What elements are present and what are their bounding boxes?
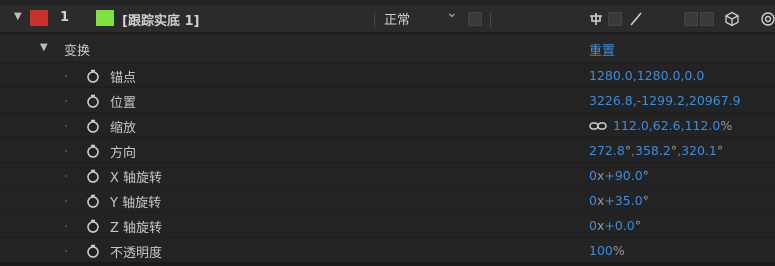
property-row[interactable]: Y 轴旋转 0x+35.0°	[0, 187, 775, 212]
stopwatch-icon[interactable]	[86, 219, 100, 233]
stopwatch-icon[interactable]	[86, 94, 100, 108]
property-row[interactable]: 锚点 1280.0,1280.0,0.0	[0, 62, 775, 87]
rotation-turns-value[interactable]: 0	[589, 193, 597, 208]
rotation-angle-value[interactable]: +0.0	[604, 218, 634, 233]
degree-unit: °	[642, 193, 649, 208]
property-value-group[interactable]: 0x+0.0°	[589, 218, 641, 233]
property-value-group[interactable]: 3226.8,-1299.2,20967.9	[589, 93, 741, 108]
property-row[interactable]: 位置 3226.8,-1299.2,20967.9	[0, 87, 775, 112]
orientation-z-value[interactable]: 320.1	[681, 143, 717, 158]
rotation-angle-value[interactable]: +35.0	[604, 193, 642, 208]
rotation-angle-value[interactable]: +90.0	[604, 168, 642, 183]
property-row[interactable]: 不透明度 100%	[0, 237, 775, 262]
rotation-turns-value[interactable]: 0	[589, 168, 597, 183]
stopwatch-icon[interactable]	[86, 244, 100, 258]
property-value[interactable]: 1280.0,1280.0,0.0	[589, 68, 704, 83]
chevron-down-icon[interactable]: ⌄	[446, 5, 458, 21]
degree-unit: °	[716, 143, 724, 158]
constrain-proportions-link-icon[interactable]	[589, 119, 607, 134]
shy-icon[interactable]	[588, 11, 604, 27]
track-matte-box[interactable]	[468, 12, 482, 26]
layer-name[interactable]: [跟踪实底 1]	[122, 10, 199, 29]
property-label: 缩放	[110, 121, 137, 136]
panel-bottom-edge	[0, 262, 775, 266]
property-value-group[interactable]: 272.8°,358.2°,320.1°	[589, 143, 723, 158]
property-label: X 轴旋转	[110, 171, 163, 186]
adjustment-box[interactable]	[700, 12, 714, 26]
layer-row[interactable]: ▼ 1 [跟踪实底 1] 正常 ⌄	[0, 5, 775, 33]
property-label: 位置	[110, 96, 137, 111]
quality-slash-icon[interactable]	[628, 11, 644, 27]
property-value[interactable]: 100	[589, 243, 613, 258]
stopwatch-icon[interactable]	[86, 194, 100, 208]
property-row[interactable]: 缩放 112.0,62.6,112.0%	[0, 112, 775, 137]
transform-reset-link[interactable]: 重置	[589, 40, 615, 59]
property-value-group[interactable]: 1280.0,1280.0,0.0	[589, 68, 704, 83]
property-row[interactable]: Z 轴旋转 0x+0.0°	[0, 212, 775, 237]
transform-label: 变换	[64, 44, 91, 59]
property-label: Y 轴旋转	[110, 196, 162, 211]
stopwatch-icon[interactable]	[86, 119, 100, 133]
property-label: 锚点	[110, 71, 137, 86]
value-unit: %	[720, 118, 733, 133]
property-value-group[interactable]: 100%	[589, 243, 625, 258]
degree-unit: °	[634, 218, 641, 233]
layer-number: 1	[60, 10, 70, 25]
property-label: 方向	[110, 146, 137, 161]
stopwatch-icon[interactable]	[86, 144, 100, 158]
spiral-icon[interactable]	[760, 11, 775, 27]
transform-group-row[interactable]: ▼ 变换 重置	[0, 36, 775, 62]
property-value[interactable]: 3226.8,-1299.2,20967.9	[589, 93, 741, 108]
switch-box[interactable]	[608, 12, 622, 26]
stopwatch-icon[interactable]	[86, 169, 100, 183]
property-label: Z 轴旋转	[110, 221, 163, 236]
property-row[interactable]: 方向 272.8°,358.2°,320.1°	[0, 137, 775, 162]
property-value-group[interactable]: 0x+90.0°	[589, 168, 649, 183]
value-unit: %	[612, 243, 625, 258]
layer-expand-toggle[interactable]: ▼	[14, 11, 22, 22]
property-row[interactable]: X 轴旋转 0x+90.0°	[0, 162, 775, 187]
transform-expand-toggle[interactable]: ▼	[40, 42, 48, 53]
motion-blur-box[interactable]	[684, 12, 698, 26]
orientation-y-value[interactable]: 358.2	[635, 143, 671, 158]
rotation-turns-value[interactable]: 0	[589, 218, 597, 233]
degree-unit: °	[642, 168, 649, 183]
property-label: 不透明度	[110, 246, 163, 261]
property-value[interactable]: 112.0,62.6,112.0	[613, 118, 720, 133]
property-value-group[interactable]: 112.0,62.6,112.0%	[589, 118, 732, 134]
property-value-group[interactable]: 0x+35.0°	[589, 193, 649, 208]
3d-cube-icon[interactable]	[724, 11, 740, 27]
layer-color-swatch[interactable]	[96, 10, 114, 26]
orientation-x-value[interactable]: 272.8	[589, 143, 625, 158]
stopwatch-icon[interactable]	[86, 69, 100, 83]
blend-mode-select[interactable]: 正常	[384, 9, 410, 28]
layer-label-color[interactable]	[30, 10, 48, 26]
